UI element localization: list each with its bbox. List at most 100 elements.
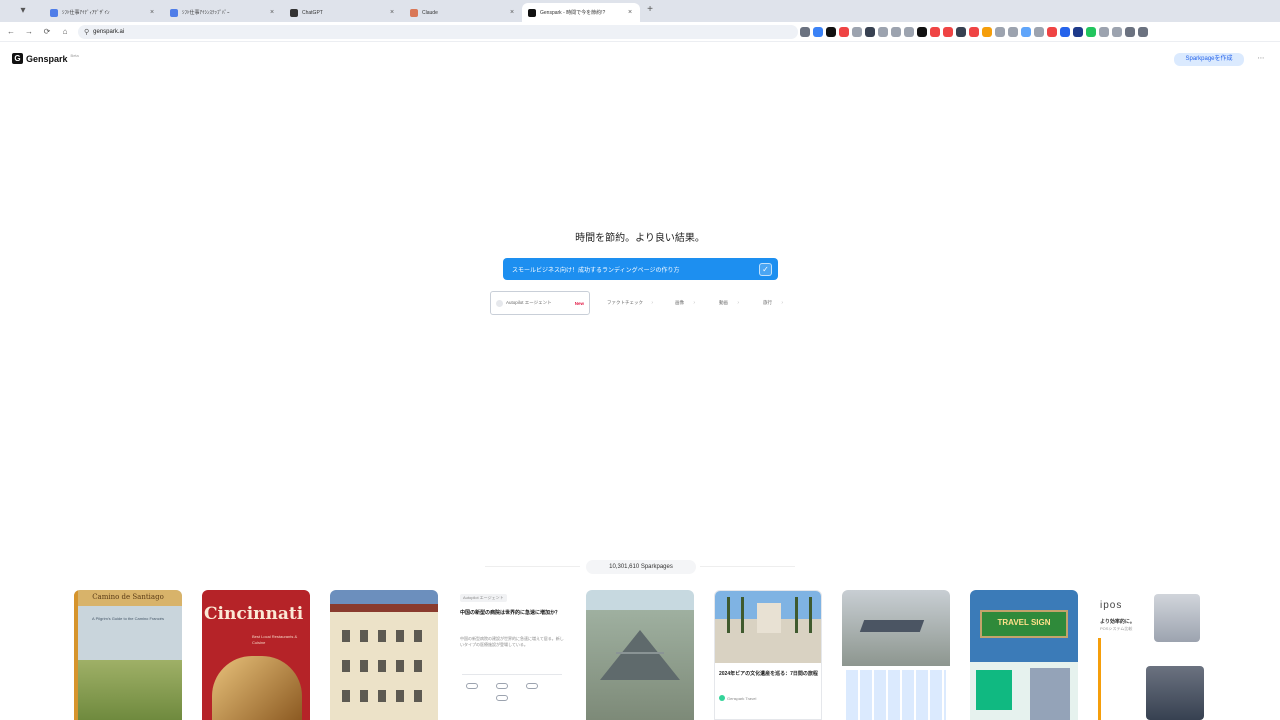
more-options-icon[interactable]: ⋯: [1256, 54, 1266, 64]
window: [378, 630, 386, 642]
navy-icon[interactable]: [1073, 27, 1083, 37]
green-icon[interactable]: [1086, 27, 1096, 37]
diagram-node: [496, 683, 508, 689]
chip-travel[interactable]: 旅行 ›: [758, 291, 788, 315]
reload-icon[interactable]: ⟳: [42, 26, 52, 38]
browser-toolbar: ← → ⟳ ⌂ ⚲ genspark.ai: [0, 22, 1280, 42]
timer-icon[interactable]: [1112, 27, 1122, 37]
create-sparkpage-button[interactable]: Sparkpageを作成: [1174, 53, 1244, 66]
forward-arrow-icon[interactable]: →: [24, 26, 34, 38]
browser-tab-2[interactable]: ｼﾌﾄ仕事ｱｲｼﾝｽﾃｯﾌﾟﾊﾟｰ ×: [164, 3, 282, 22]
home-icon[interactable]: ⌂: [60, 26, 70, 38]
cloud-icon[interactable]: [1021, 27, 1031, 37]
card-title: Cincinnati: [204, 604, 304, 624]
submit-check-icon[interactable]: ✓: [759, 262, 772, 276]
sparkpage-card-article[interactable]: Autopilot エージェント 中国の新型の病院は世界的に急速に増加か？ 中国…: [458, 590, 566, 720]
sparkpage-card-pos[interactable]: ipos より効率的に。 POSシステム比較: [1098, 590, 1206, 720]
card-image-device: [1154, 594, 1200, 642]
chip-autopilot-agent[interactable]: Autopilot エージェント New: [490, 291, 590, 315]
chevron-right-icon: ›: [737, 300, 739, 306]
window: [360, 630, 368, 642]
screen-cast-icon[interactable]: [800, 27, 810, 37]
list-icon[interactable]: [995, 27, 1005, 37]
tab-search-icon[interactable]: ▾: [12, 4, 34, 18]
aerial-road: [859, 620, 925, 632]
doc-icon[interactable]: [1099, 27, 1109, 37]
browser-tab-1[interactable]: ｼﾌﾄ仕事ｱｲﾃﾞｨｱﾃﾞｻﾞｲﾝ ×: [44, 3, 162, 22]
profile-icon[interactable]: [1125, 27, 1135, 37]
red-dot-icon[interactable]: [1047, 27, 1057, 37]
window: [396, 630, 404, 642]
tab-title: ｼﾌﾄ仕事ｱｲﾃﾞｨｱﾃﾞｻﾞｲﾝ: [62, 10, 110, 16]
window: [414, 630, 422, 642]
browser-tab-4[interactable]: Claude ×: [404, 3, 522, 22]
back-arrow-icon[interactable]: ←: [6, 26, 16, 38]
sparkpage-card-pyramid[interactable]: [586, 590, 694, 720]
card-image-sign: TRAVEL SIGN: [980, 610, 1068, 638]
beta-badge: Beta: [70, 52, 79, 58]
card-edge: [1098, 638, 1101, 720]
card-source: Genspark Travel: [719, 695, 756, 701]
mail-icon[interactable]: [1034, 27, 1044, 37]
card-image-field: [74, 660, 182, 720]
window: [414, 660, 422, 672]
sparkpage-card-signs[interactable]: TRAVEL SIGN: [970, 590, 1078, 720]
grid-icon[interactable]: [891, 27, 901, 37]
tab-close-icon[interactable]: ×: [626, 9, 634, 16]
card-title: 中国の新型の病院は世界的に急速に増加か？: [460, 610, 561, 616]
palm-tree: [727, 597, 730, 633]
notion-icon[interactable]: [826, 27, 836, 37]
tab-favicon: [50, 8, 58, 17]
tab-favicon: [170, 8, 178, 17]
divider: [700, 566, 795, 567]
youtube-icon[interactable]: [839, 27, 849, 37]
diagram-node: [526, 683, 538, 689]
pin-icon[interactable]: [969, 27, 979, 37]
puzzle-icon[interactable]: [852, 27, 862, 37]
sparkpage-card-cincinnati[interactable]: Cincinnati Best Local Restaurants & Cuis…: [202, 590, 310, 720]
card-brand: ipos: [1100, 600, 1123, 611]
address-bar[interactable]: ⚲ genspark.ai: [78, 25, 798, 39]
menu-dots-icon[interactable]: [1138, 27, 1148, 37]
chip-images[interactable]: 画像 ›: [670, 291, 700, 315]
sparkpage-card-plaza[interactable]: 2024年ビアの文化遺産を巡る：7日間の旅程 Genspark Travel: [714, 590, 822, 720]
shield-icon[interactable]: [956, 27, 966, 37]
tab-close-icon[interactable]: ×: [388, 9, 396, 16]
pyramid-step: [616, 652, 664, 654]
new-badge: New: [574, 300, 584, 306]
url-text[interactable]: genspark.ai: [93, 29, 124, 35]
window: [360, 660, 368, 672]
sparkpage-card-camino[interactable]: Camino de Santiago A Pilgrim's Guide to …: [74, 590, 182, 720]
chip-video[interactable]: 動画 ›: [714, 291, 744, 315]
record-icon[interactable]: [930, 27, 940, 37]
browser-tab-5-active[interactable]: Genspark - 時間で今を節約!? ×: [522, 3, 640, 22]
new-tab-icon[interactable]: +: [644, 4, 656, 15]
search-input[interactable]: スモールビジネス向け！成功するランディングページの作り方: [512, 265, 759, 274]
genspark-logo[interactable]: G Genspark Beta: [12, 53, 79, 64]
search-prompt-box[interactable]: スモールビジネス向け！成功するランディングページの作り方 ✓: [503, 258, 778, 280]
record2-icon[interactable]: [943, 27, 953, 37]
card-diagram: [462, 674, 562, 704]
x-icon[interactable]: [917, 27, 927, 37]
hero-tagline: 時間を節約。より良い結果。: [575, 233, 705, 244]
site-info-icon[interactable]: ⚲: [84, 28, 89, 36]
card-image-house: [976, 670, 1012, 710]
tab-close-icon[interactable]: ×: [268, 9, 276, 16]
blue-square-icon[interactable]: [1060, 27, 1070, 37]
tab-close-icon[interactable]: ×: [148, 9, 156, 16]
browser-tab-3[interactable]: ChatGPT ×: [284, 3, 402, 22]
translate-icon[interactable]: [878, 27, 888, 37]
card-image-grid: [846, 670, 946, 720]
chip-fact-check[interactable]: ファクトチェック ›: [602, 291, 658, 315]
sparkpage-card-aerial[interactable]: [842, 590, 950, 720]
chat-icon[interactable]: [1008, 27, 1018, 37]
note-icon[interactable]: [904, 27, 914, 37]
sparkpage-card-building[interactable]: [330, 590, 438, 720]
star-icon[interactable]: [813, 27, 823, 37]
card-body: 中国の新型病院の建設が世界的に急速に増えて居る。新しいタイプの医療施設が登場して…: [460, 636, 564, 647]
tab-close-icon[interactable]: ×: [508, 9, 516, 16]
card-image-food: [212, 656, 302, 720]
spark-icon[interactable]: [982, 27, 992, 37]
pen-icon[interactable]: [865, 27, 875, 37]
sparkpage-count: 10,301,610 Sparkpages: [586, 560, 696, 574]
